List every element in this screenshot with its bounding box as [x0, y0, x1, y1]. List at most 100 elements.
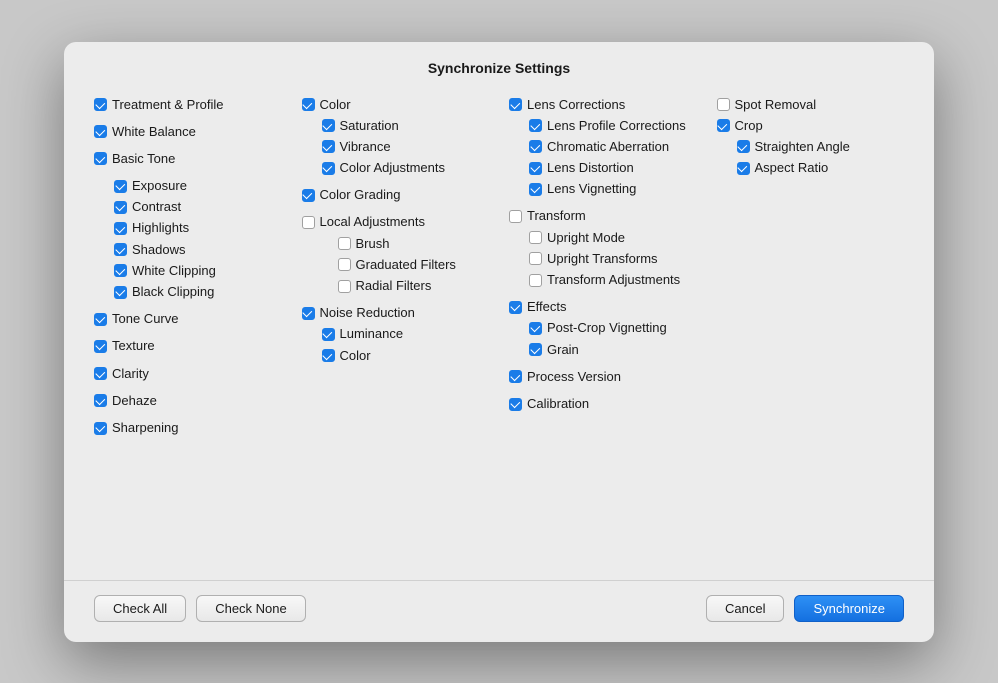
check-row-lens-corrections[interactable]: Lens Corrections — [509, 96, 697, 114]
checkbox-upright-transforms[interactable] — [529, 252, 542, 265]
checkbox-post-crop-vignetting[interactable] — [529, 322, 542, 335]
checkbox-chromatic-aberration[interactable] — [529, 140, 542, 153]
check-row-white-balance[interactable]: White Balance — [94, 123, 282, 141]
check-row-contrast[interactable]: Contrast — [94, 198, 282, 216]
check-row-transform-adjustments[interactable]: Transform Adjustments — [509, 271, 697, 289]
checkbox-lens-vignetting[interactable] — [529, 183, 542, 196]
check-row-shadows[interactable]: Shadows — [94, 241, 282, 259]
check-row-chromatic-aberration[interactable]: Chromatic Aberration — [509, 138, 697, 156]
checkbox-clarity[interactable] — [94, 367, 107, 380]
check-row-color-adjustments[interactable]: Color Adjustments — [302, 159, 490, 177]
check-row-lens-profile-corrections[interactable]: Lens Profile Corrections — [509, 117, 697, 135]
label-texture: Texture — [112, 337, 155, 355]
check-row-spot-removal[interactable]: Spot Removal — [717, 96, 905, 114]
check-row-texture[interactable]: Texture — [94, 337, 282, 355]
check-row-grain[interactable]: Grain — [509, 341, 697, 359]
check-row-lens-distortion[interactable]: Lens Distortion — [509, 159, 697, 177]
checkbox-black-clipping[interactable] — [114, 286, 127, 299]
check-row-tone-curve[interactable]: Tone Curve — [94, 310, 282, 328]
check-row-color-nr[interactable]: Color — [302, 347, 490, 365]
checkbox-lens-distortion[interactable] — [529, 162, 542, 175]
check-row-dehaze[interactable]: Dehaze — [94, 392, 282, 410]
checkbox-color-grading[interactable] — [302, 189, 315, 202]
checkbox-spot-removal[interactable] — [717, 98, 730, 111]
check-row-sharpening[interactable]: Sharpening — [94, 419, 282, 437]
check-row-color-grading[interactable]: Color Grading — [302, 186, 490, 204]
label-luminance: Luminance — [340, 325, 404, 343]
check-row-brush[interactable]: Brush — [302, 235, 490, 253]
checkbox-texture[interactable] — [94, 340, 107, 353]
checkbox-grain[interactable] — [529, 343, 542, 356]
check-row-straighten-angle[interactable]: Straighten Angle — [717, 138, 905, 156]
checkbox-sharpening[interactable] — [94, 422, 107, 435]
label-dehaze: Dehaze — [112, 392, 157, 410]
checkbox-aspect-ratio[interactable] — [737, 162, 750, 175]
check-row-basic-tone[interactable]: Basic Tone — [94, 150, 282, 168]
checkbox-color[interactable] — [302, 98, 315, 111]
check-row-noise-reduction[interactable]: Noise Reduction — [302, 304, 490, 322]
checkbox-luminance[interactable] — [322, 328, 335, 341]
checkbox-transform-adjustments[interactable] — [529, 274, 542, 287]
label-upright-transforms: Upright Transforms — [547, 250, 658, 268]
label-lens-corrections: Lens Corrections — [527, 96, 625, 114]
checkbox-noise-reduction[interactable] — [302, 307, 315, 320]
checkbox-dehaze[interactable] — [94, 394, 107, 407]
check-row-aspect-ratio[interactable]: Aspect Ratio — [717, 159, 905, 177]
check-row-crop[interactable]: Crop — [717, 117, 905, 135]
check-row-white-clipping[interactable]: White Clipping — [94, 262, 282, 280]
checkbox-color-nr[interactable] — [322, 349, 335, 362]
check-row-post-crop-vignetting[interactable]: Post-Crop Vignetting — [509, 319, 697, 337]
checkbox-treatment-profile[interactable] — [94, 98, 107, 111]
check-row-luminance[interactable]: Luminance — [302, 325, 490, 343]
check-all-button[interactable]: Check All — [94, 595, 186, 622]
checkbox-straighten-angle[interactable] — [737, 140, 750, 153]
check-row-upright-transforms[interactable]: Upright Transforms — [509, 250, 697, 268]
checkbox-exposure[interactable] — [114, 180, 127, 193]
check-row-effects[interactable]: Effects — [509, 298, 697, 316]
check-row-saturation[interactable]: Saturation — [302, 117, 490, 135]
checkbox-effects[interactable] — [509, 301, 522, 314]
checkbox-radial-filters[interactable] — [338, 280, 351, 293]
checkbox-color-adjustments[interactable] — [322, 162, 335, 175]
check-row-calibration[interactable]: Calibration — [509, 395, 697, 413]
check-row-transform[interactable]: Transform — [509, 207, 697, 225]
checkbox-calibration[interactable] — [509, 398, 522, 411]
check-row-vibrance[interactable]: Vibrance — [302, 138, 490, 156]
checkbox-white-clipping[interactable] — [114, 264, 127, 277]
cancel-button[interactable]: Cancel — [706, 595, 784, 622]
checkbox-upright-mode[interactable] — [529, 231, 542, 244]
label-upright-mode: Upright Mode — [547, 229, 625, 247]
check-row-upright-mode[interactable]: Upright Mode — [509, 229, 697, 247]
synchronize-button[interactable]: Synchronize — [794, 595, 904, 622]
checkbox-vibrance[interactable] — [322, 140, 335, 153]
check-row-process-version[interactable]: Process Version — [509, 368, 697, 386]
col2: Color Saturation Vibrance Color Adjustments… — [292, 96, 500, 560]
checkbox-crop[interactable] — [717, 119, 730, 132]
checkbox-transform[interactable] — [509, 210, 522, 223]
checkbox-brush[interactable] — [338, 237, 351, 250]
check-none-button[interactable]: Check None — [196, 595, 306, 622]
check-row-highlights[interactable]: Highlights — [94, 219, 282, 237]
checkbox-contrast[interactable] — [114, 201, 127, 214]
checkbox-local-adjustments[interactable] — [302, 216, 315, 229]
checkbox-highlights[interactable] — [114, 222, 127, 235]
check-row-graduated-filters[interactable]: Graduated Filters — [302, 256, 490, 274]
check-row-color[interactable]: Color — [302, 96, 490, 114]
checkbox-process-version[interactable] — [509, 370, 522, 383]
check-row-black-clipping[interactable]: Black Clipping — [94, 283, 282, 301]
check-row-exposure[interactable]: Exposure — [94, 177, 282, 195]
checkbox-lens-corrections[interactable] — [509, 98, 522, 111]
check-row-radial-filters[interactable]: Radial Filters — [302, 277, 490, 295]
checkbox-white-balance[interactable] — [94, 125, 107, 138]
check-row-lens-vignetting[interactable]: Lens Vignetting — [509, 180, 697, 198]
checkbox-shadows[interactable] — [114, 243, 127, 256]
check-row-clarity[interactable]: Clarity — [94, 365, 282, 383]
check-row-treatment-profile[interactable]: Treatment & Profile — [94, 96, 282, 114]
checkbox-basic-tone[interactable] — [94, 152, 107, 165]
checkbox-lens-profile-corrections[interactable] — [529, 119, 542, 132]
check-row-local-adjustments[interactable]: Local Adjustments — [302, 213, 490, 231]
checkbox-graduated-filters[interactable] — [338, 258, 351, 271]
checkbox-tone-curve[interactable] — [94, 313, 107, 326]
checkbox-saturation[interactable] — [322, 119, 335, 132]
label-lens-profile-corrections: Lens Profile Corrections — [547, 117, 686, 135]
